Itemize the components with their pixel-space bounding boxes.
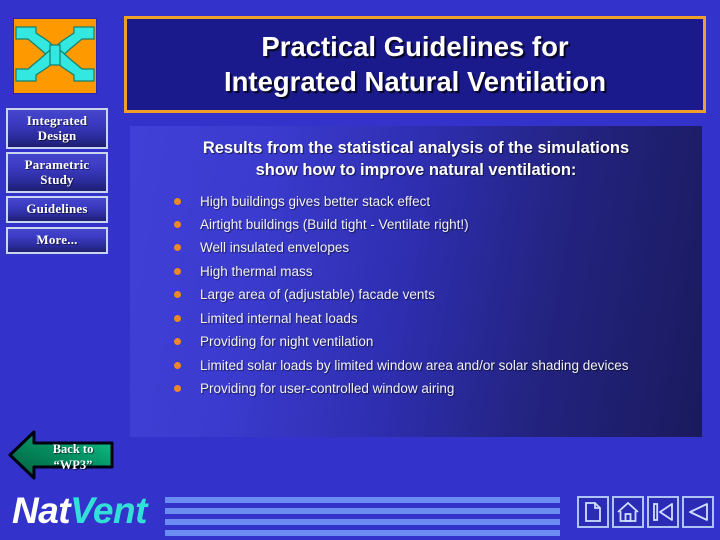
- bullet-text: High buildings gives better stack effect: [200, 193, 431, 209]
- content-heading: Results from the statistical analysis of…: [202, 139, 630, 179]
- bullet-item: High buildings gives better stack effect: [174, 192, 682, 212]
- sidebar-item-label: Parametric Study: [24, 156, 90, 187]
- bullet-dot-icon: [174, 197, 181, 205]
- converging-arrows-logo: [13, 18, 97, 94]
- back-to-wp3-button[interactable]: Back to “WP3”: [8, 429, 114, 481]
- bullet-dot-icon: [174, 291, 181, 299]
- sidebar-item-label: Guidelines: [26, 201, 88, 217]
- converging-arrows-icon: [15, 26, 95, 82]
- back-to-wp3-label: Back to “WP3”: [52, 442, 94, 472]
- bullet-text: Airtight buildings (Build tight - Ventil…: [200, 217, 469, 232]
- bullet-item: Providing for night ventilation: [174, 332, 682, 352]
- sidebar-item-integrated-design[interactable]: Integrated Design: [6, 108, 108, 149]
- bullet-text: High thermal mass: [200, 263, 313, 279]
- bullet-item: Airtight buildings (Build tight - Ventil…: [174, 215, 682, 235]
- natvent-logo: NatVent: [12, 492, 147, 529]
- home-glyph: [617, 502, 639, 522]
- bullet-text: Limited solar loads by limited window ar…: [200, 357, 629, 373]
- natvent-logo-nat: Nat: [12, 490, 71, 531]
- bullet-item: High thermal mass: [174, 262, 682, 282]
- home-icon[interactable]: [612, 496, 644, 528]
- bullet-text: Well insulated envelopes: [200, 240, 350, 256]
- previous-slide-icon[interactable]: [682, 496, 714, 528]
- bullet-dot-icon: [174, 314, 181, 322]
- footer-stripe: [165, 497, 560, 503]
- bullet-text: Providing for night ventilation: [200, 334, 374, 350]
- bullet-text: Providing for user-controlled window air…: [200, 381, 455, 397]
- sidebar-item-label: More...: [36, 232, 78, 248]
- bullet-item: Limited solar loads by limited window ar…: [174, 356, 682, 376]
- bullet-item: Well insulated envelopes: [174, 238, 682, 258]
- sidebar-item-parametric-study[interactable]: Parametric Study: [6, 152, 108, 193]
- bullet-dot-icon: [174, 385, 181, 393]
- bullet-dot-icon: [174, 338, 181, 346]
- footer-stripe: [165, 530, 560, 536]
- bullet-dot-icon: [174, 221, 181, 228]
- bullet-item: Providing for user-controlled window air…: [174, 379, 682, 399]
- first-slide-icon[interactable]: [647, 496, 679, 528]
- bullet-item: Limited internal heat loads: [174, 309, 682, 329]
- first-slide-glyph: [653, 503, 673, 521]
- content-panel: Results from the statistical analysis of…: [130, 126, 702, 437]
- bullet-dot-icon: [174, 267, 181, 275]
- page-title: Practical Guidelines for Integrated Natu…: [223, 31, 606, 97]
- footer-stripe: [165, 519, 560, 525]
- sidebar-item-more[interactable]: More...: [6, 227, 108, 254]
- bullet-text: Large area of (adjustable) facade vents: [200, 287, 435, 303]
- sidebar-item-label: Integrated Design: [26, 112, 88, 143]
- bullet-dot-icon: [174, 361, 181, 369]
- document-glyph: [585, 502, 601, 522]
- footer-stripe: [165, 508, 560, 514]
- bullet-list: High buildings gives better stack effect…: [130, 192, 702, 400]
- navigation-icons: [577, 496, 714, 528]
- footer-stripes: [165, 497, 560, 537]
- bullet-item: Large area of (adjustable) facade vents: [174, 285, 682, 305]
- bullet-text: Limited internal heat loads: [200, 310, 358, 326]
- sidebar-item-guidelines[interactable]: Guidelines: [6, 196, 108, 223]
- title-box: Practical Guidelines for Integrated Natu…: [124, 16, 706, 113]
- bullet-dot-icon: [174, 244, 181, 252]
- document-icon[interactable]: [577, 496, 609, 528]
- presentation-slide: Integrated Design Parametric Study Guide…: [0, 0, 720, 540]
- natvent-logo-vent: Vent: [70, 490, 147, 531]
- previous-slide-glyph: [689, 503, 708, 521]
